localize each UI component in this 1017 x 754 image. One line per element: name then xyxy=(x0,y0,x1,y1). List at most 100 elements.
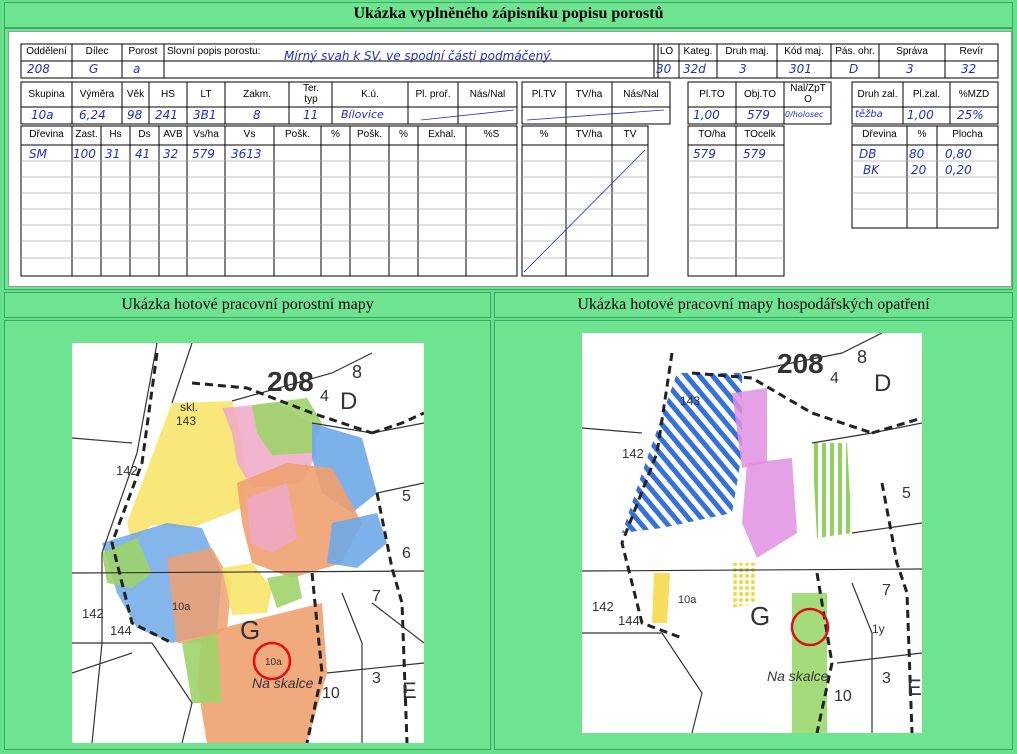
map2-label-4: 4 xyxy=(830,370,839,387)
val-skupina: 10a xyxy=(31,108,54,122)
hdr-druh-zal: Druh zal. xyxy=(857,89,898,100)
map-label-7: 7 xyxy=(372,588,381,605)
map2-label-5: 5 xyxy=(902,485,911,502)
val-porost: a xyxy=(133,62,141,76)
page-title: Ukázka vyplněného zápisníku popisu poros… xyxy=(353,5,664,22)
val-kateg: 32d xyxy=(683,62,706,76)
map-label-8: 8 xyxy=(352,362,362,382)
hdr-mzd: %MZD xyxy=(958,89,990,100)
val-slovni-popis: Mírný svah k SV, ve spodní části podmáče… xyxy=(284,49,554,63)
hdr-posk-1: Pošk. xyxy=(284,129,310,140)
hdr-slovni-popis: Slovní popis porostu: xyxy=(167,46,261,57)
hdr-drevina-2: Dřevina xyxy=(862,129,897,140)
hdr-drevina: Dřevina xyxy=(29,129,64,140)
hdr-posk-2: Pošk. xyxy=(356,129,382,140)
left-map-title: Ukázka hotové pracovní porostní mapy xyxy=(121,296,374,313)
hdr-zakm: Zakm. xyxy=(243,89,271,100)
hdr-ku: K.ú. xyxy=(361,89,379,100)
map2-label-142-bottom: 142 xyxy=(592,599,614,614)
val-drevina-bk-pct: 20 xyxy=(911,163,927,177)
map-label-208: 208 xyxy=(267,366,314,397)
val-avb: 32 xyxy=(163,147,179,161)
hdr-to-ha: TO/ha xyxy=(698,129,726,140)
map-label-10: 10 xyxy=(322,685,340,702)
hdr-druh-maj: Druh maj. xyxy=(725,46,769,57)
map2-label-1y: 1y xyxy=(872,622,885,636)
map2-label-10a: 10a xyxy=(678,594,697,606)
hdr-plocha: Plocha xyxy=(952,129,983,140)
val-ds: 41 xyxy=(135,147,151,161)
form-sheet: Oddělení Dílec Porost Slovní popis poros… xyxy=(8,31,1012,287)
val-pl-to: 1,00 xyxy=(693,108,720,122)
map2-label-208: 208 xyxy=(777,348,824,379)
map2-label-10: 10 xyxy=(834,688,852,705)
hdr-avb: AVB xyxy=(163,129,183,140)
val-lt: 3B1 xyxy=(193,108,217,122)
hdr-ds: Ds xyxy=(138,129,151,140)
management-map: 208 D 8 4 143 142 142 144 G 10a Na skalc… xyxy=(582,333,922,733)
map-label-143: 143 xyxy=(176,414,196,428)
val-pas-ohr: D xyxy=(849,62,859,76)
val-nal-zpt: 0/holosec xyxy=(785,110,824,119)
map-label-g: G xyxy=(240,615,260,645)
map-label-5: 5 xyxy=(402,488,411,505)
val-hs: 241 xyxy=(155,108,178,122)
hdr-pct-1: % xyxy=(331,129,340,140)
val-zakm: 8 xyxy=(253,108,261,122)
hdr-skupina: Skupina xyxy=(28,89,65,100)
map-label-10a-circle: 10a xyxy=(265,657,282,668)
hdr-tv: TV xyxy=(623,129,637,140)
forest-stand-map: 208 D 8 4 skl. 143 142 142 144 G 10a Na … xyxy=(72,343,424,743)
hdr-dilec: Dílec xyxy=(85,46,109,57)
hdr-zast: Zast. xyxy=(75,129,98,140)
hdr-exhal: Exhal. xyxy=(428,129,456,140)
map-label-d: D xyxy=(340,388,357,415)
hdr-oddeleni: Oddělení xyxy=(26,46,67,57)
page-background: Ukázka vyplněného zápisníku popisu poros… xyxy=(0,0,1017,754)
map2-label-144: 144 xyxy=(618,613,640,628)
map2-label-3: 3 xyxy=(882,670,891,687)
hdr-to-celk: TOcelk xyxy=(744,129,776,140)
val-lo: 30 xyxy=(656,62,672,76)
hdr-pl-zal: Pl.zal. xyxy=(912,89,941,100)
management-map-drawing: 208 D 8 4 143 142 142 144 G 10a Na skalc… xyxy=(582,333,922,733)
val-sprava: 3 xyxy=(906,62,914,76)
val-drevina-db-pct: 80 xyxy=(909,147,925,161)
val-vymera: 6,24 xyxy=(79,108,106,122)
val-obj-to: 579 xyxy=(747,108,770,122)
hdr-pl-tv: Pl.TV xyxy=(531,89,557,100)
map-label-142-bottom: 142 xyxy=(82,606,104,621)
val-oddeleni: 208 xyxy=(27,62,50,76)
val-vek: 98 xyxy=(127,108,143,122)
forest-stand-map-drawing: 208 D 8 4 skl. 143 142 142 144 G 10a Na … xyxy=(72,343,424,743)
map2-label-142-top: 142 xyxy=(622,446,644,461)
val-zast: 100 xyxy=(73,147,96,161)
val-vs-ha: 579 xyxy=(192,147,215,161)
val-to-celk: 579 xyxy=(743,147,766,161)
hdr-pl-pror: Pl. proř. xyxy=(415,89,451,100)
val-drevina: SM xyxy=(29,147,47,161)
val-druh-zal: těžba xyxy=(855,109,883,120)
map2-label-8: 8 xyxy=(857,347,867,367)
val-ter-typ: 11 xyxy=(303,108,319,122)
map-label-4: 4 xyxy=(320,388,329,405)
hdr-obj-to: Obj.TO xyxy=(743,89,777,100)
val-druh-maj: 3 xyxy=(739,62,747,76)
val-vs: 3613 xyxy=(231,147,262,161)
map-label-142-top: 142 xyxy=(116,463,138,478)
val-hs-2: 31 xyxy=(105,147,121,161)
hdr-pl-to: Pl.TO xyxy=(699,89,725,100)
hdr-pct-mid: % xyxy=(539,129,549,140)
hdr-vek: Věk xyxy=(126,89,145,100)
map-label-6: 6 xyxy=(402,545,411,562)
map-label-na-skalce: Na skalce xyxy=(252,675,314,691)
hdr-porost: Porost xyxy=(128,46,158,57)
hdr-hs-2: Hs xyxy=(109,129,122,140)
map2-label-na-skalce: Na skalce xyxy=(767,668,829,684)
map2-label-d: D xyxy=(874,370,891,397)
map-label-e: E xyxy=(402,678,417,703)
hdr-revir: Revír xyxy=(959,46,984,57)
hdr-nas-nal: Nás/Nal xyxy=(469,89,506,100)
hdr-hs: HS xyxy=(161,89,175,100)
hdr-nas-nal-2: Nás/Nal xyxy=(623,89,659,100)
